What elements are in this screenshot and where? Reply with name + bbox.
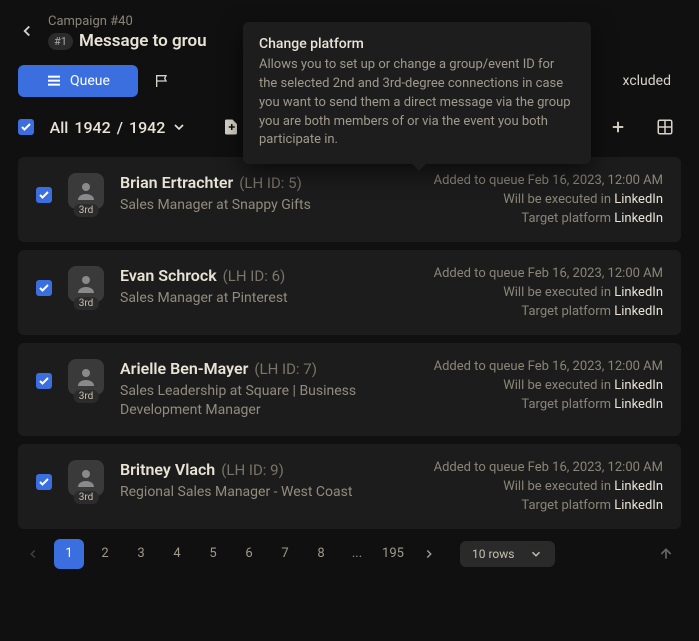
degree-badge: 3rd (74, 204, 99, 217)
target-line: Target platform LinkedIn (434, 498, 663, 513)
exec-line: Will be executed in LinkedIn (434, 378, 663, 393)
contact-role: Sales Manager at Pinterest (120, 289, 422, 308)
added-line: Added to queue Feb 16, 2023, 12:00 AM (434, 173, 663, 188)
page-6[interactable]: 6 (234, 539, 264, 569)
page-5[interactable]: 5 (198, 539, 228, 569)
row-checkbox[interactable] (36, 474, 52, 490)
page-prev[interactable] (18, 539, 48, 569)
row-checkbox[interactable] (36, 373, 52, 389)
change-platform-tooltip: Change platform Allows you to set up or … (243, 22, 591, 164)
page-next[interactable] (414, 539, 444, 569)
page-title: Message to grou (79, 31, 207, 51)
tab-flag[interactable] (138, 65, 186, 97)
added-line: Added to queue Feb 16, 2023, 12:00 AM (434, 359, 663, 374)
campaign-label: Campaign #40 (48, 14, 207, 29)
queue-row[interactable]: 3rd Britney Vlach (LH ID: 9) Regional Sa… (18, 444, 681, 529)
chevron-down-icon (171, 119, 187, 135)
contact-name: Brian Ertrachter (120, 173, 233, 192)
page-195[interactable]: 195 (378, 539, 408, 569)
contact-name: Arielle Ben-Mayer (120, 359, 248, 378)
row-checkbox[interactable] (36, 280, 52, 296)
tab-queue-label: Queue (70, 73, 110, 89)
tooltip-body: Allows you to set up or change a group/e… (259, 56, 575, 150)
tab-queue[interactable]: Queue (18, 65, 138, 97)
plus-icon-button[interactable] (603, 111, 634, 143)
grid-icon-button[interactable] (650, 111, 681, 143)
page-3[interactable]: 3 (126, 539, 156, 569)
tooltip-title: Change platform (259, 36, 575, 52)
contact-name: Evan Schrock (120, 266, 217, 285)
rows-per-page-select[interactable]: 10 rows (460, 541, 555, 567)
page-...: ... (342, 539, 372, 569)
exec-line: Will be executed in LinkedIn (434, 285, 663, 300)
degree-badge: 3rd (74, 297, 99, 310)
added-line: Added to queue Feb 16, 2023, 12:00 AM (434, 460, 663, 475)
page-4[interactable]: 4 (162, 539, 192, 569)
queue-icon (46, 73, 62, 89)
avatar: 3rd (68, 460, 104, 496)
contact-lhid: (LH ID: 6) (223, 267, 286, 285)
queue-row[interactable]: 3rd Brian Ertrachter (LH ID: 5) Sales Ma… (18, 157, 681, 242)
select-all-checkbox[interactable] (18, 119, 34, 135)
degree-badge: 3rd (74, 390, 99, 403)
page-7[interactable]: 7 (270, 539, 300, 569)
avatar: 3rd (68, 173, 104, 209)
page-1[interactable]: 1 (54, 539, 84, 569)
back-button[interactable] (18, 22, 36, 44)
avatar: 3rd (68, 359, 104, 395)
contact-role: Sales Leadership at Square | Business De… (120, 382, 422, 420)
row-checkbox[interactable] (36, 187, 52, 203)
avatar: 3rd (68, 266, 104, 302)
page-2[interactable]: 2 (90, 539, 120, 569)
filter-summary[interactable]: All 1942 / 1942 (50, 118, 188, 137)
added-line: Added to queue Feb 16, 2023, 12:00 AM (434, 266, 663, 281)
contact-role: Regional Sales Manager - West Coast (120, 483, 422, 502)
queue-row[interactable]: 3rd Evan Schrock (LH ID: 6) Sales Manage… (18, 250, 681, 335)
flag-icon (154, 73, 170, 89)
contact-role: Sales Manager at Snappy Gifts (120, 196, 422, 215)
queue-row[interactable]: 3rd Arielle Ben-Mayer (LH ID: 7) Sales L… (18, 343, 681, 436)
target-line: Target platform LinkedIn (434, 304, 663, 319)
exec-line: Will be executed in LinkedIn (434, 192, 663, 207)
scroll-top-button[interactable] (651, 539, 681, 569)
page-8[interactable]: 8 (306, 539, 336, 569)
degree-badge: 3rd (74, 491, 99, 504)
tab-excluded[interactable]: xcluded (613, 65, 681, 97)
contact-lhid: (LH ID: 9) (221, 461, 284, 479)
target-line: Target platform LinkedIn (434, 397, 663, 412)
chevron-down-icon (529, 547, 543, 561)
tab-excluded-label: xcluded (623, 73, 671, 89)
exec-line: Will be executed in LinkedIn (434, 479, 663, 494)
contact-lhid: (LH ID: 5) (239, 174, 302, 192)
campaign-order-badge: #1 (48, 33, 73, 50)
target-line: Target platform LinkedIn (434, 211, 663, 226)
contact-name: Britney Vlach (120, 460, 215, 479)
contact-lhid: (LH ID: 7) (254, 360, 317, 378)
